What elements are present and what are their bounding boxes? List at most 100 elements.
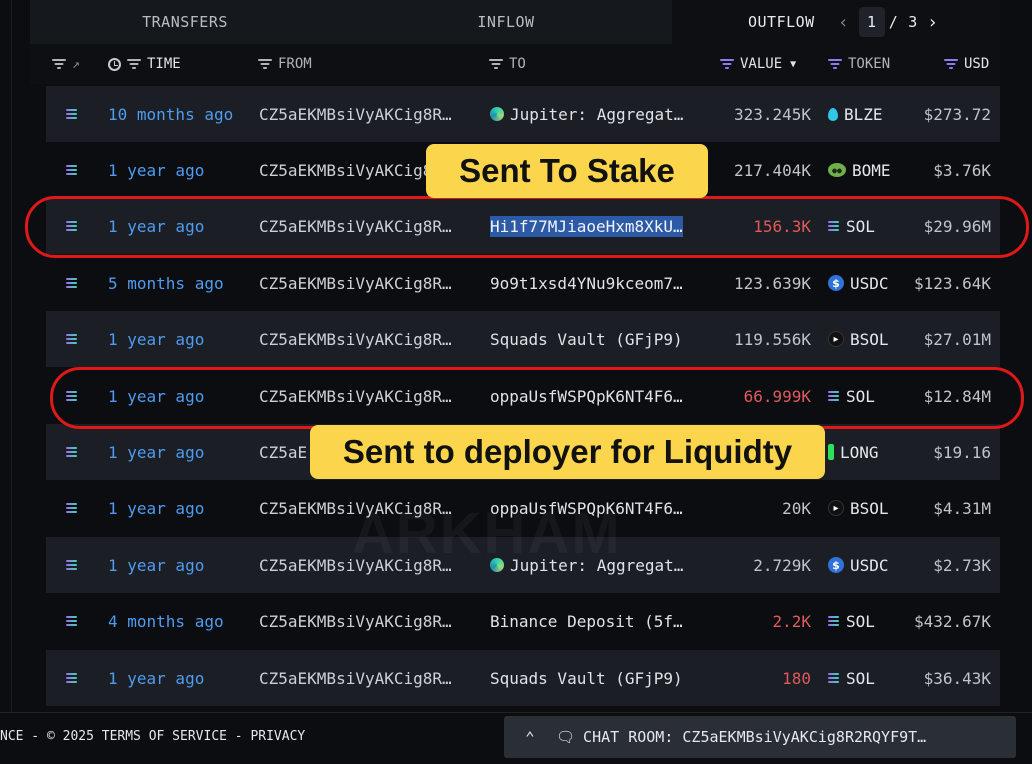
row-value: 156.3K [753,216,811,236]
row-usd: $27.01M [923,329,991,349]
row-time[interactable]: 1 year ago [108,311,258,367]
row-to[interactable]: Binance Deposit (5f… [490,593,705,649]
row-chain-cell [66,311,82,367]
row-time[interactable]: 1 year ago [108,142,258,198]
column-from[interactable]: FROM [258,44,312,84]
column-to-label: TO [509,56,526,72]
row-to-label: Jupiter: Aggregat… [510,104,684,124]
filter-icon[interactable] [720,59,734,69]
row-to[interactable]: Hi1f77MJiaoeHxm8XkU… [490,198,705,254]
row-chain-cell [66,650,82,706]
row-value: 180 [782,668,811,688]
chain-icon [66,616,78,626]
tab-inflow[interactable]: INFLOW [340,0,672,44]
row-token-label: BSOL [850,329,889,349]
row-value: 123.639K [733,273,811,293]
table-row[interactable]: 1 year ago CZ5aEKMBsiVyAKCig8R… Hi1f77MJia… [46,198,1000,254]
footer-legal[interactable]: NCE - © 2025 TERMS OF SERVICE - PRIVACY [0,713,305,759]
chat-room-bar[interactable]: ⌃ 🗨︎ CHAT ROOM: CZ5aEKMBsiVyAKCig8R2RQYF… [504,716,1016,758]
row-token-label: SOL [846,386,875,406]
row-usd: $432.67K [913,611,991,631]
row-time[interactable]: 5 months ago [108,255,258,311]
row-to[interactable]: Squads Vault (GFjP9) [490,650,705,706]
current-page: 1 [858,7,885,37]
column-usd[interactable]: USD [944,44,989,84]
column-time[interactable]: TIME [108,44,181,84]
chevron-right-icon[interactable]: › [922,7,944,37]
row-token-label: USDC [850,555,889,575]
callout-sent-to-stake: Sent To Stake [426,144,708,198]
column-from-label: FROM [278,56,312,72]
table-row[interactable]: 4 months ago CZ5aEKMBsiVyAKCig8R… Binance … [46,593,1000,649]
tab-outflow[interactable]: OUTFLOW ‹ 1 / 3 › [672,0,1000,44]
long-icon [828,444,834,460]
row-token-label: BSOL [850,498,889,518]
row-time[interactable]: 1 year ago [108,198,258,254]
row-to[interactable]: oppaUsfWSPQpK6NT4F6… [490,368,705,424]
row-token-label: SOL [846,611,875,631]
row-from[interactable]: CZ5aEKMBsiVyAKCig8R… [259,86,474,142]
filter-icon[interactable] [944,59,958,69]
row-from[interactable]: CZ5aEKMBsiVyAKCig8R… [259,650,474,706]
row-to-label: Binance Deposit (5f… [490,611,683,631]
chevron-left-icon[interactable]: ‹ [833,7,855,37]
table-row[interactable]: 10 months ago CZ5aEKMBsiVyAKCig8R… Jupiter… [46,86,1000,142]
table-row[interactable]: 5 months ago CZ5aEKMBsiVyAKCig8R… 9o9t1xsd… [46,255,1000,311]
row-chain-cell [66,86,82,142]
row-from[interactable]: CZ5aEKMBsiVyAKCig8R… [259,311,474,367]
column-value[interactable]: VALUE ▼ [720,44,796,84]
row-value: 20K [782,498,811,518]
row-to[interactable]: Jupiter: Aggregat… [490,86,705,142]
row-time[interactable]: 1 year ago [108,480,258,536]
filter-icon[interactable] [828,59,842,69]
row-value: 66.999K [743,386,811,406]
row-from[interactable]: CZ5aEKMBsiVyAKCig8R… [259,593,474,649]
row-to-label: Squads Vault (GFjP9) [490,329,683,349]
tab-transfers[interactable]: TRANSFERS [30,0,340,44]
link-icon[interactable]: ↗ [72,57,80,72]
row-usd: $29.96M [923,216,991,236]
sol-icon [828,391,840,401]
row-time[interactable]: 1 year ago [108,368,258,424]
row-value: 119.556K [733,329,811,349]
row-to[interactable]: Squads Vault (GFjP9) [490,311,705,367]
table-row[interactable]: 1 year ago CZ5aEKMBsiVyAKCig8R… Squads Vau… [46,311,1000,367]
row-token-label: BLZE [844,104,883,124]
tab-outflow-label: OUTFLOW [748,13,815,31]
clock-icon [108,57,121,71]
column-token[interactable]: TOKEN [828,44,890,84]
row-to[interactable]: 9o9t1xsd4YNu9kceom7… [490,255,705,311]
chain-icon [66,334,78,344]
header-filter-group: ↗ [52,44,80,84]
row-to-label: Hi1f77MJiaoeHxm8XkU… [490,215,683,237]
chain-icon [66,278,78,288]
row-chain-cell [66,368,82,424]
row-from[interactable]: CZ5aEKMBsiVyAKCig8R… [259,198,474,254]
filter-icon[interactable] [127,59,141,69]
sort-desc-icon[interactable]: ▼ [790,59,796,70]
filter-icon[interactable] [52,59,66,69]
row-usd: $2.73K [933,555,991,575]
row-chain-cell [66,537,82,593]
row-time[interactable]: 4 months ago [108,593,258,649]
column-to[interactable]: TO [489,44,526,84]
chevron-up-icon[interactable]: ⌃ [504,728,556,747]
row-usd: $273.72 [923,104,991,124]
bsol-icon: ▸ [828,500,844,516]
row-time[interactable]: 1 year ago [108,650,258,706]
filter-icon[interactable] [489,59,503,69]
row-chain-cell [66,424,82,480]
table-row[interactable]: 1 year ago CZ5aEKMBsiVyAKCig8R… Squads Vau… [46,650,1000,706]
row-from[interactable]: CZ5aEKMBsiVyAKCig8R… [259,255,474,311]
filter-icon[interactable] [258,59,272,69]
row-time[interactable]: 1 year ago [108,424,258,480]
row-usd: $12.84M [923,386,991,406]
pagination: ‹ 1 / 3 › [833,7,944,37]
row-from[interactable]: CZ5aEKMBsiVyAKCig8R… [259,368,474,424]
table-row[interactable]: 1 year ago CZ5aEKMBsiVyAKCig8R… oppaUsfWSP… [46,368,1000,424]
row-time[interactable]: 10 months ago [108,86,258,142]
chat-room-label: CHAT ROOM: CZ5aEKMBsiVyAKCig8R2RQYF9T… [583,728,927,746]
chain-icon [66,165,78,175]
chain-icon [66,391,78,401]
row-time[interactable]: 1 year ago [108,537,258,593]
